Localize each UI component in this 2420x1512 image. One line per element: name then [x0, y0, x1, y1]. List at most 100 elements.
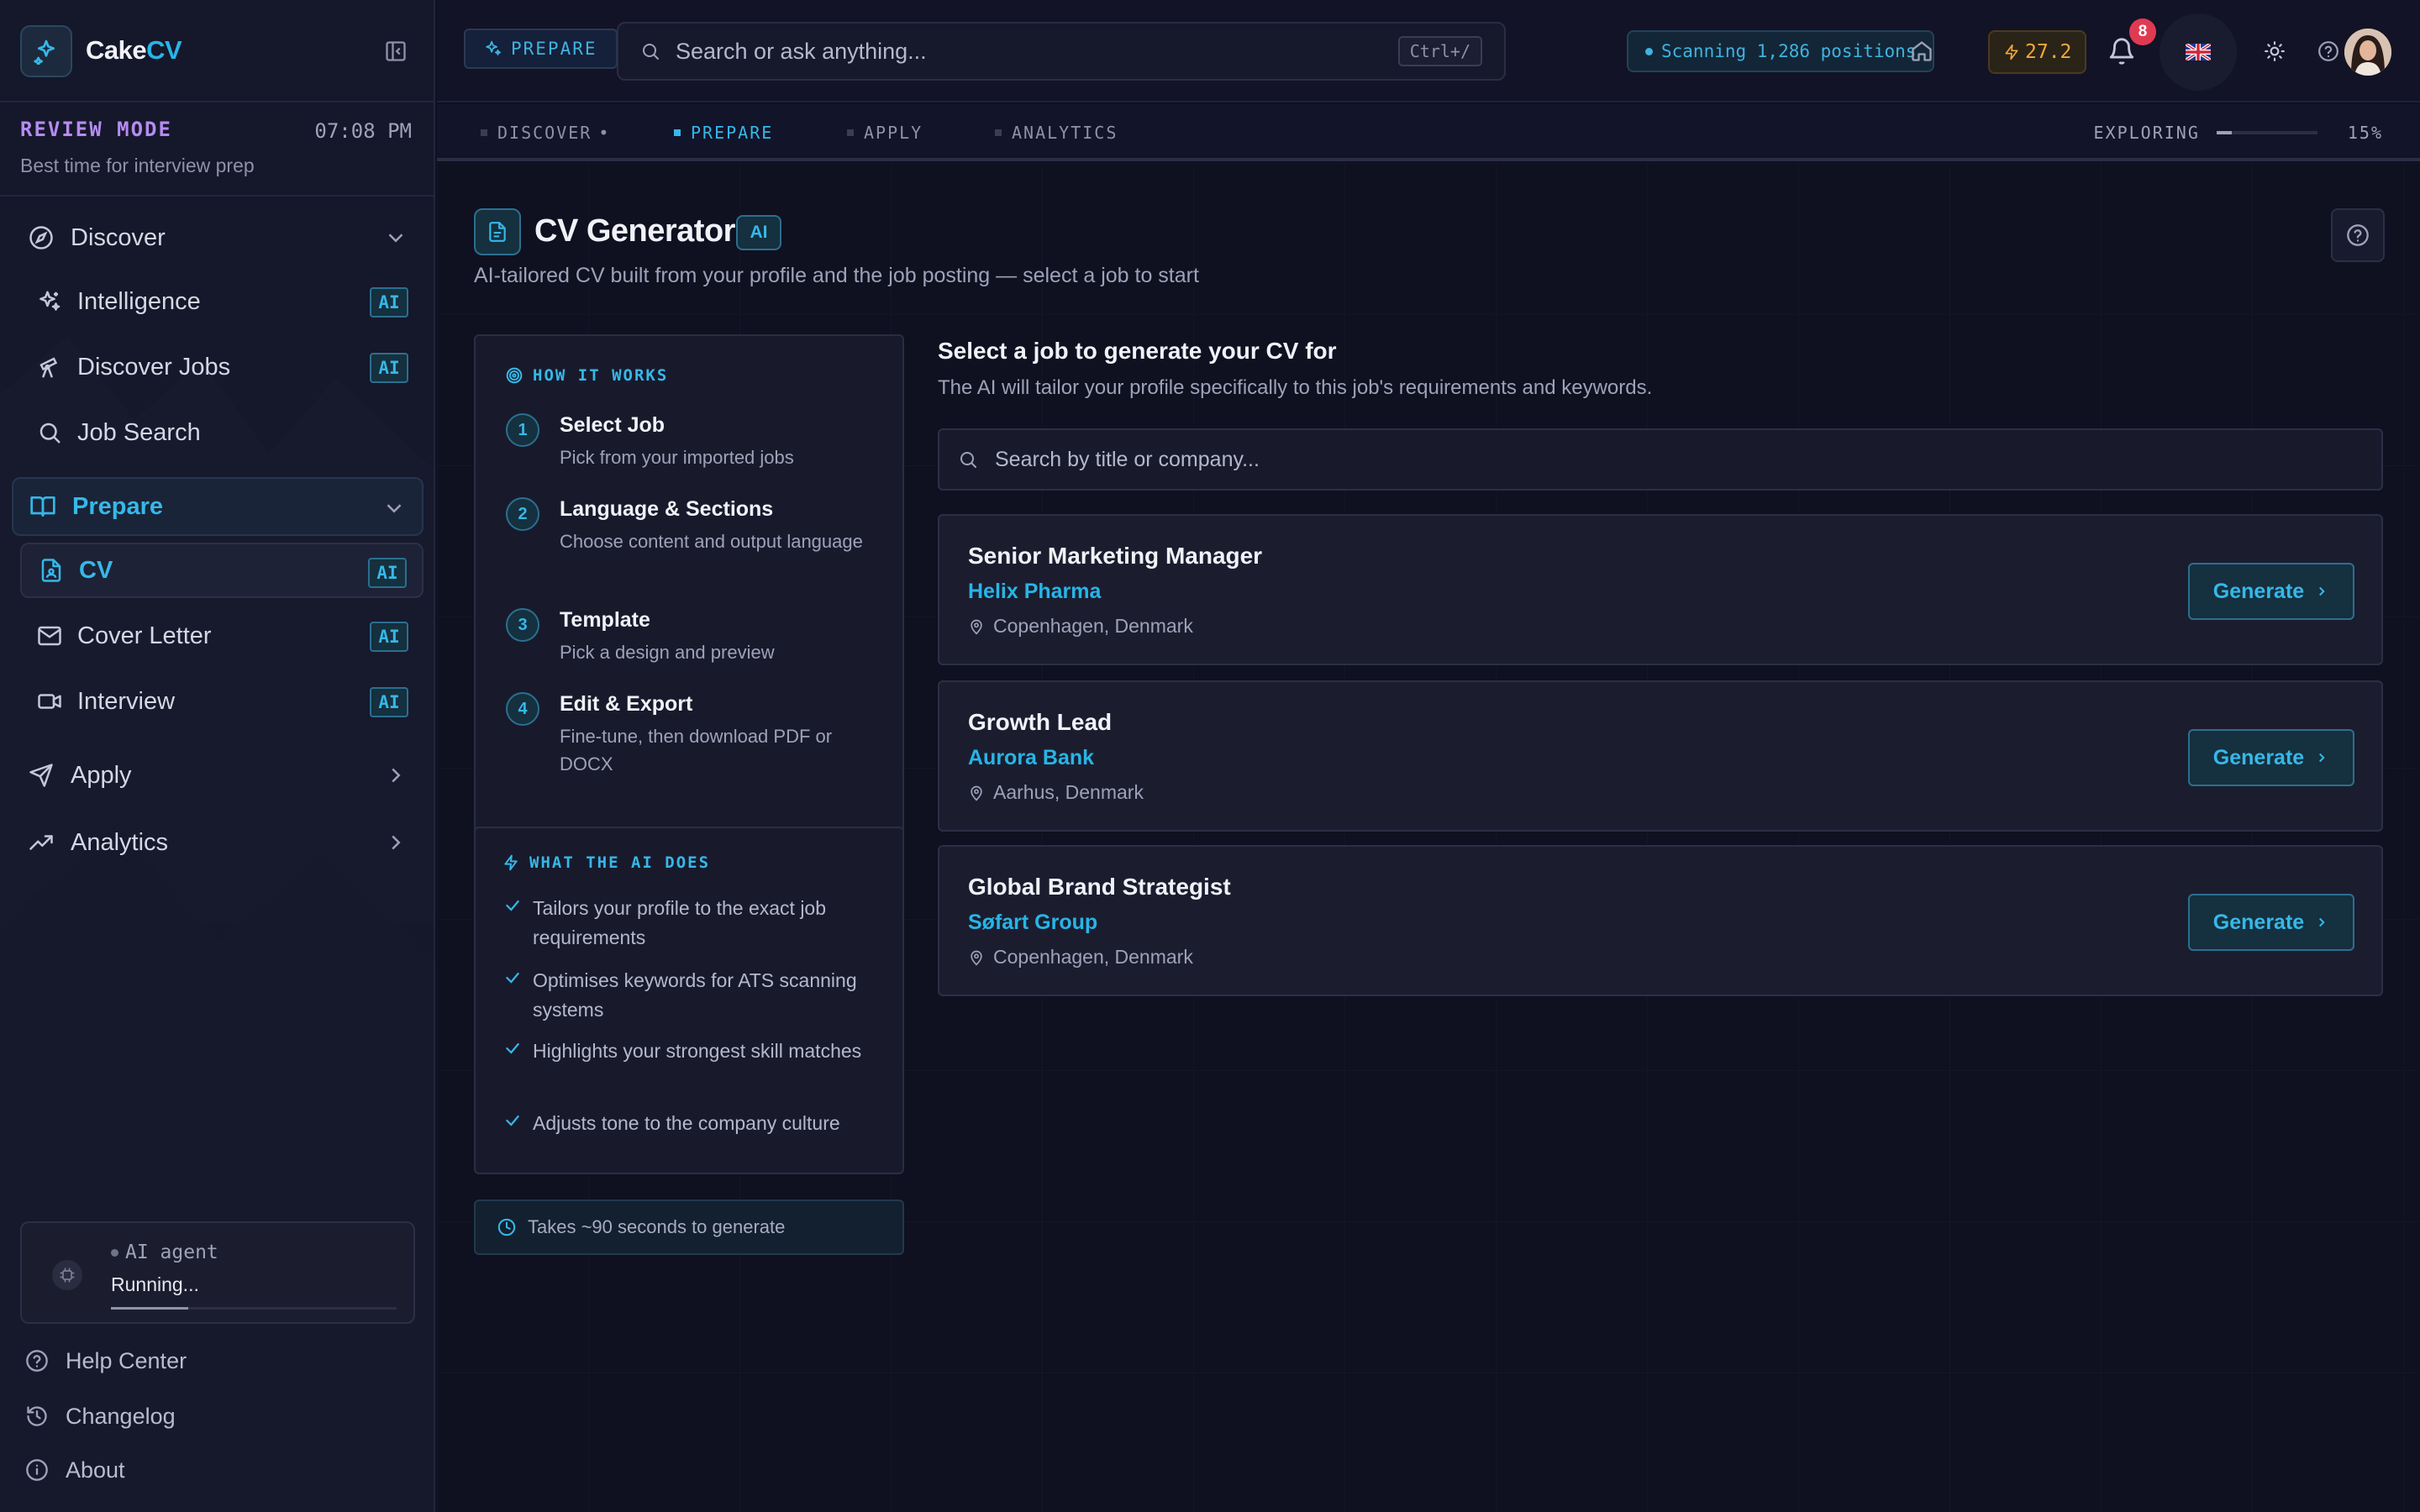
info-icon: [24, 1457, 50, 1483]
sidebar: CakeCV REVIEW MODE 07:08 PM Best time fo…: [0, 0, 435, 1512]
page-help-button[interactable]: [2331, 208, 2385, 262]
job-title: Global Brand Strategist: [968, 874, 1231, 900]
step-title: Language & Sections: [560, 497, 774, 521]
theme-toggle-button[interactable]: [2257, 34, 2292, 69]
lightning-icon: [2005, 44, 2018, 60]
exploring-progress-bar: [2216, 131, 2317, 134]
sidebar-item-label: Cover Letter: [77, 622, 212, 649]
generate-button[interactable]: Generate: [2188, 894, 2354, 951]
user-avatar[interactable]: [2344, 29, 2391, 76]
sidebar-item-label: CV: [79, 556, 113, 584]
sidebar-item-label: Discover Jobs: [77, 353, 231, 381]
review-mode-label: REVIEW MODE: [20, 118, 172, 141]
check-icon: [504, 969, 521, 986]
streak-score[interactable]: 27.2: [1988, 30, 2087, 74]
ai-agent-card[interactable]: AI agent Running...: [20, 1221, 415, 1324]
step-description: Fine-tune, then download PDF or DOCX: [560, 726, 833, 774]
generate-button[interactable]: Generate: [2188, 729, 2354, 786]
search-icon: [35, 418, 64, 447]
step-number: 2: [506, 497, 539, 531]
exploring-progress: EXPLORING 15%: [2093, 123, 2383, 143]
step-description: Choose content and output language: [560, 531, 863, 552]
job-card[interactable]: Senior Marketing Manager Helix Pharma Co…: [938, 514, 2383, 665]
how-it-works-heading: HOW IT WORKS: [506, 366, 668, 385]
ai-badge: AI: [736, 215, 781, 250]
tab-dot: [481, 129, 487, 136]
chevron-right-icon: [392, 835, 401, 850]
target-icon: [506, 367, 523, 384]
sidebar-item-label: Job Search: [77, 418, 201, 446]
tab-prepare[interactable]: PREPARE: [674, 123, 773, 143]
top-bar: PREPARE Ctrl+/ Scanning 1,286 positions …: [437, 0, 2420, 102]
global-search[interactable]: Ctrl+/: [617, 22, 1506, 81]
tab-discover[interactable]: DISCOVER •: [481, 123, 610, 143]
check-icon: [504, 1112, 521, 1129]
help-center-link[interactable]: Help Center: [24, 1347, 187, 1374]
job-company[interactable]: Aurora Bank: [968, 746, 1094, 770]
book-open-icon: [29, 492, 57, 521]
sidebar-item-discover-jobs[interactable]: Discover Jobs AI: [20, 339, 424, 395]
ai-agent-status: Running...: [111, 1273, 199, 1295]
panel-collapse-icon: [386, 41, 406, 61]
nav-section-label: Apply: [71, 761, 132, 789]
job-company[interactable]: Søfart Group: [968, 911, 1097, 935]
review-time: 07:08 PM: [314, 119, 412, 143]
sidebar-item-intelligence[interactable]: Intelligence AI: [20, 274, 424, 329]
generate-button[interactable]: Generate: [2188, 563, 2354, 620]
collapse-sidebar-button[interactable]: [381, 37, 410, 66]
generation-time-note: Takes ~90 seconds to generate: [474, 1200, 904, 1255]
about-link[interactable]: About: [24, 1457, 125, 1483]
tab-dot: [847, 129, 854, 136]
job-search-input[interactable]: [995, 447, 2381, 472]
nav-section-prepare[interactable]: Prepare: [12, 477, 424, 536]
map-pin-icon: [968, 618, 985, 635]
ai-badge: AI: [370, 353, 408, 383]
nav-section-label: Prepare: [72, 492, 164, 520]
nav-section-analytics[interactable]: Analytics: [12, 813, 424, 872]
step-title: Edit & Export: [560, 692, 693, 716]
job-title: Senior Marketing Manager: [968, 543, 1263, 569]
ai-agent-progress-bar: [111, 1307, 397, 1310]
changelog-link[interactable]: Changelog: [24, 1403, 176, 1430]
help-circle-icon: [2318, 41, 2338, 61]
review-subtitle: Best time for interview prep: [20, 155, 255, 176]
bell-icon: [2109, 38, 2134, 65]
job-search[interactable]: [938, 428, 2383, 491]
job-title: Growth Lead: [968, 709, 1113, 735]
help-button[interactable]: [2311, 34, 2346, 69]
sidebar-item-cover-letter[interactable]: Cover Letter AI: [20, 608, 424, 664]
ai-badge: AI: [370, 687, 408, 717]
step-description: Pick a design and preview: [560, 642, 775, 663]
status-dot: [1645, 47, 1653, 55]
sidebar-item-cv[interactable]: CV AI: [20, 543, 424, 598]
job-company[interactable]: Helix Pharma: [968, 580, 1101, 604]
language-selector[interactable]: [2160, 13, 2237, 91]
job-location: Aarhus, Denmark: [968, 781, 1144, 804]
sidebar-item-job-search[interactable]: Job Search: [20, 405, 424, 460]
trending-up-icon: [27, 828, 55, 857]
home-button[interactable]: [1904, 34, 1939, 69]
nav-section-apply[interactable]: Apply: [12, 746, 424, 805]
search-icon: [640, 41, 660, 61]
job-select-title: Select a job to generate your CV for: [938, 338, 1337, 364]
tab-analytics[interactable]: ANALYTICS: [995, 123, 1118, 143]
main-content: CV Generator AI AI-tailored CV built fro…: [437, 163, 2420, 1512]
user-avatar-image: [2344, 29, 2391, 76]
video-icon: [35, 687, 64, 716]
global-search-input[interactable]: [676, 38, 1398, 65]
nav-section-discover[interactable]: Discover: [12, 208, 424, 267]
map-pin-icon: [968, 949, 985, 966]
exploring-progress-fill: [2216, 131, 2232, 134]
logo-mark[interactable]: [20, 25, 72, 77]
clock-icon: [497, 1218, 516, 1236]
notification-count-badge: 8: [2129, 18, 2156, 45]
section-crumb[interactable]: PREPARE: [464, 29, 618, 69]
job-card[interactable]: Global Brand Strategist Søfart Group Cop…: [938, 845, 2383, 996]
tab-apply[interactable]: APPLY: [847, 123, 923, 143]
sidebar-item-interview[interactable]: Interview AI: [20, 674, 424, 729]
scanning-status[interactable]: Scanning 1,286 positions: [1627, 30, 1935, 72]
app-logo-text[interactable]: CakeCV: [86, 35, 182, 66]
chevron-right-icon: [2314, 584, 2329, 599]
job-card[interactable]: Growth Lead Aurora Bank Aarhus, Denmark …: [938, 680, 2383, 832]
step-title: Template: [560, 608, 650, 632]
